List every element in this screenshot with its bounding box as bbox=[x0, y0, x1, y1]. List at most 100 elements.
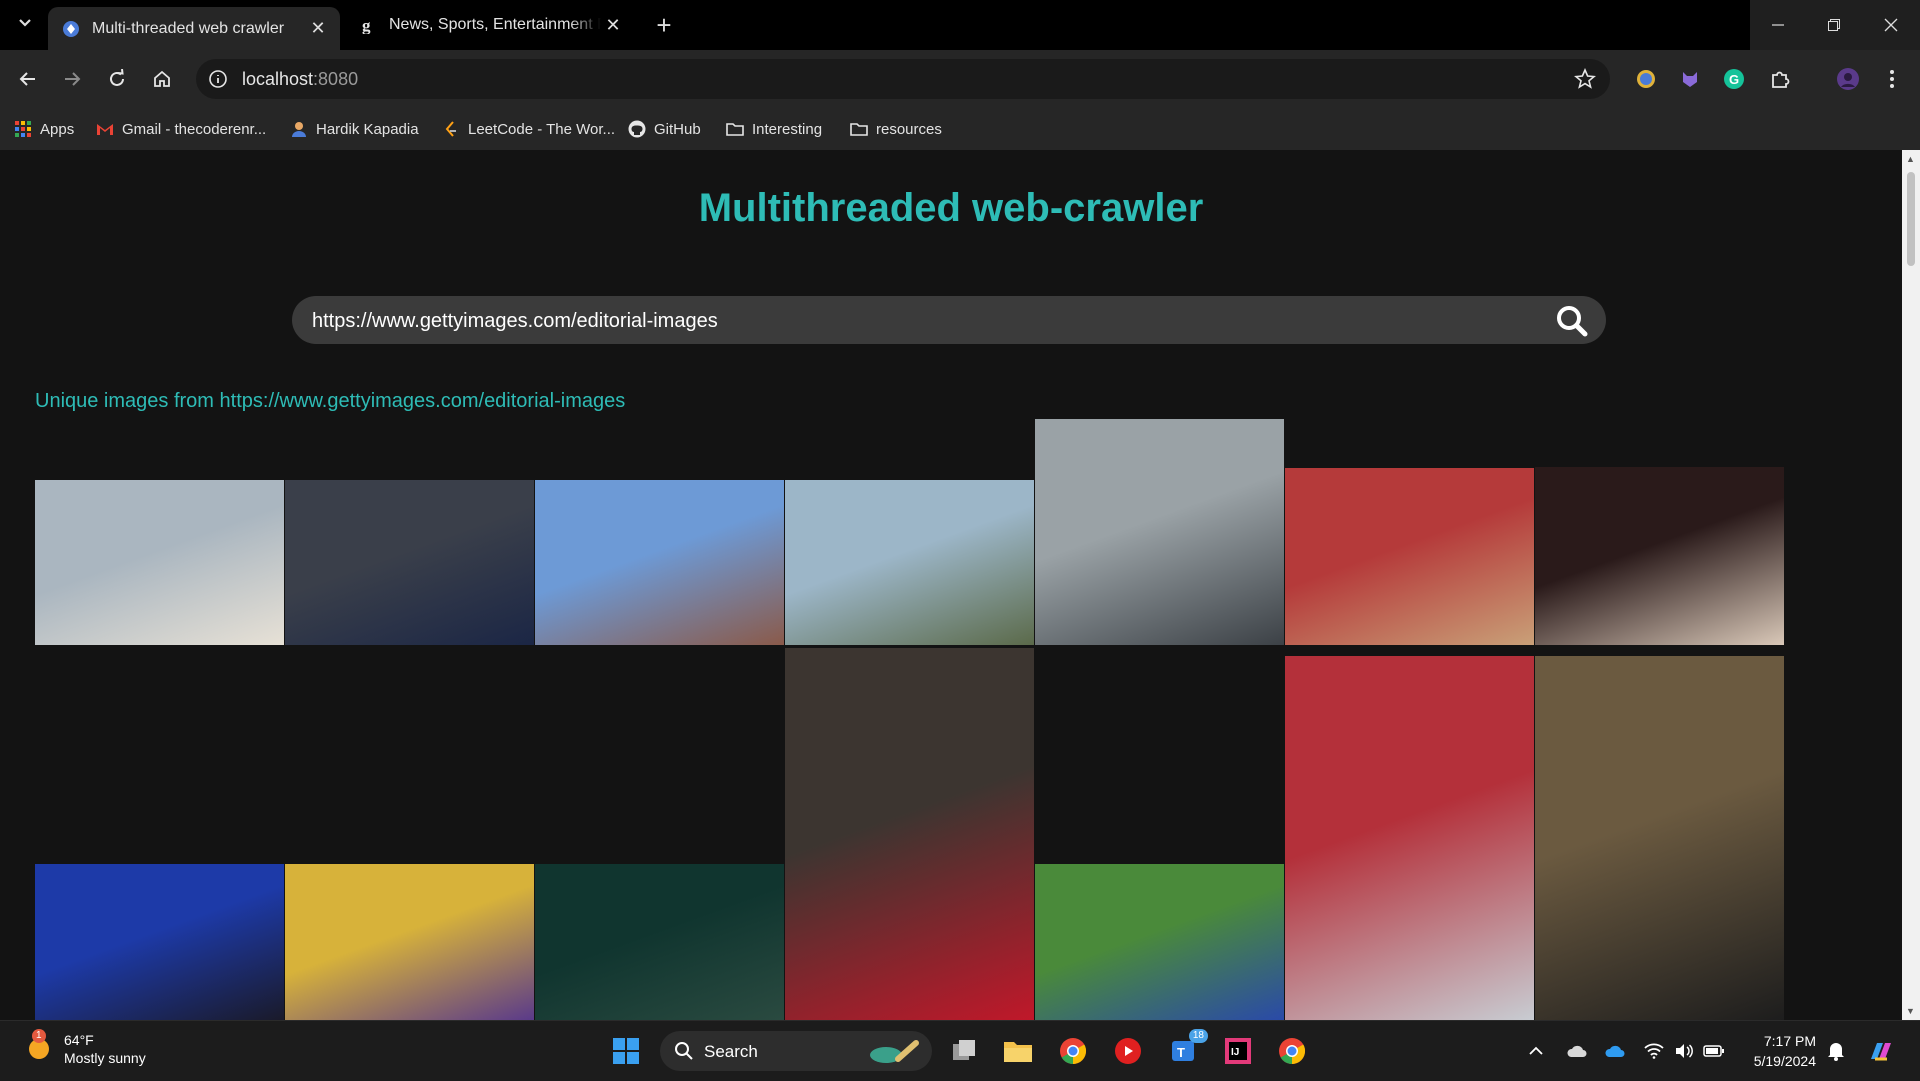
taskbar-search-label: Search bbox=[704, 1042, 758, 1061]
stadium-aerial-photo[interactable] bbox=[535, 480, 784, 645]
extensions-puzzle-icon[interactable] bbox=[1766, 65, 1794, 93]
two-people-in-room-photo[interactable] bbox=[1535, 656, 1784, 1020]
svg-text:T: T bbox=[1177, 1045, 1185, 1060]
url-host: localhost bbox=[242, 69, 314, 89]
bookmark-label: LeetCode - The Wor... bbox=[468, 120, 616, 138]
chrome-active-icon[interactable] bbox=[1274, 1033, 1310, 1069]
chevron-up-icon[interactable] bbox=[1524, 1039, 1548, 1063]
windows-start-icon[interactable] bbox=[608, 1033, 644, 1069]
close-icon bbox=[1884, 18, 1898, 32]
bookmark-star-icon[interactable] bbox=[1574, 67, 1596, 90]
bookmark-label: Apps bbox=[40, 120, 75, 138]
back-button[interactable] bbox=[12, 63, 44, 95]
tab-web-crawler[interactable]: Multi-threaded web crawler ✕ bbox=[48, 7, 340, 50]
github-icon bbox=[628, 120, 646, 138]
tab-title: Multi-threaded web crawler bbox=[92, 19, 285, 37]
bookmark-hardik[interactable]: Hardik Kapadia bbox=[290, 116, 419, 142]
chrome-icon[interactable] bbox=[1055, 1033, 1091, 1069]
graduation-speech-photo[interactable] bbox=[35, 864, 284, 1020]
close-icon[interactable]: ✕ bbox=[601, 13, 625, 37]
folder-icon bbox=[726, 120, 744, 138]
tab-search-button[interactable] bbox=[8, 11, 42, 39]
svg-text:g: g bbox=[362, 16, 371, 34]
site-info-icon[interactable] bbox=[208, 69, 228, 89]
weather-desc: Mostly sunny bbox=[64, 1050, 146, 1066]
search-icon[interactable] bbox=[1556, 305, 1588, 337]
weather-widget[interactable]: 1 64°F Mostly sunny bbox=[24, 1029, 146, 1067]
extension-fox-icon[interactable] bbox=[1676, 65, 1704, 93]
url-search-bar bbox=[292, 296, 1606, 346]
close-window-button[interactable] bbox=[1862, 0, 1920, 50]
getty-g-icon: g bbox=[359, 16, 377, 34]
reload-icon bbox=[110, 69, 124, 86]
onedrive-blue-icon[interactable] bbox=[1603, 1039, 1627, 1063]
woman-on-balcony-cannes-photo[interactable] bbox=[35, 480, 284, 645]
battery-icon[interactable] bbox=[1702, 1039, 1726, 1063]
football-team-celebrating-photo[interactable] bbox=[285, 864, 534, 1020]
forward-button[interactable] bbox=[56, 63, 88, 95]
man-in-blue-suit-photo[interactable] bbox=[285, 480, 534, 645]
onedrive-icon[interactable] bbox=[1565, 1039, 1589, 1063]
url-input[interactable] bbox=[310, 296, 1514, 346]
wheelchair-basketball-photo[interactable] bbox=[1285, 468, 1534, 645]
minimize-button[interactable] bbox=[1750, 0, 1806, 50]
woman-in-white-gown-photo[interactable] bbox=[1535, 467, 1784, 645]
restore-icon bbox=[1828, 19, 1840, 31]
new-tab-button[interactable]: + bbox=[650, 11, 678, 39]
tab-title: News, Sports, Entertainment Ph bbox=[389, 16, 601, 33]
restore-button[interactable] bbox=[1806, 0, 1862, 50]
page-viewport: Multithreaded web-crawler Unique images … bbox=[0, 150, 1902, 1020]
tab-getty-images[interactable]: g News, Sports, Entertainment Ph ✕ bbox=[345, 7, 635, 43]
youtube-music-icon[interactable] bbox=[1110, 1033, 1146, 1069]
rugby-trophy-photo[interactable] bbox=[1285, 656, 1534, 1020]
bookmark-github[interactable]: GitHub bbox=[628, 116, 701, 142]
intellij-icon[interactable]: IJ bbox=[1220, 1033, 1256, 1069]
bookmark-apps[interactable]: Apps bbox=[14, 116, 74, 142]
bookmark-gmail[interactable]: Gmail - thecoderenr... bbox=[96, 116, 266, 142]
taskbar-search[interactable]: Search bbox=[660, 1031, 932, 1071]
reload-button[interactable] bbox=[101, 63, 133, 95]
tab-strip: Multi-threaded web crawler ✕ g News, Spo… bbox=[0, 0, 1920, 50]
street-with-tents-photo[interactable] bbox=[785, 480, 1034, 645]
bookmark-folder-interesting[interactable]: Interesting bbox=[726, 116, 822, 142]
svg-text:G: G bbox=[1729, 72, 1739, 87]
close-icon[interactable]: ✕ bbox=[306, 17, 330, 41]
singer-with-microphone-photo[interactable] bbox=[535, 864, 784, 1020]
bookmarks-bar: Apps Gmail - thecoderenr... Hardik Kapad… bbox=[0, 108, 1920, 150]
notification-bell-icon[interactable] bbox=[1824, 1039, 1848, 1063]
rugby-tackle-photo[interactable] bbox=[1035, 864, 1284, 1020]
bookmark-label: resources bbox=[876, 120, 942, 138]
address-bar[interactable]: localhost:8080 bbox=[196, 59, 1610, 99]
teams-badge: 18 bbox=[1188, 1029, 1208, 1043]
search-highlight-icon bbox=[864, 1037, 924, 1070]
page-scrollbar[interactable]: ▲ ▼ bbox=[1902, 150, 1920, 1020]
trophy-over-river-photo[interactable] bbox=[1035, 419, 1284, 645]
more-menu-icon[interactable] bbox=[1878, 65, 1906, 93]
scroll-down-icon[interactable]: ▼ bbox=[1906, 1006, 1915, 1016]
gmail-icon bbox=[96, 120, 114, 138]
browser-toolbar: localhost:8080 G bbox=[0, 50, 1920, 108]
url-port: :8080 bbox=[313, 69, 359, 89]
scroll-up-icon[interactable]: ▲ bbox=[1906, 154, 1915, 164]
leetcode-icon bbox=[442, 120, 460, 138]
address-url: localhost:8080 bbox=[242, 69, 358, 90]
extension-globe-icon[interactable] bbox=[1632, 65, 1660, 93]
bookmark-leetcode[interactable]: LeetCode - The Wor... bbox=[442, 116, 615, 142]
wifi-icon[interactable] bbox=[1642, 1039, 1666, 1063]
profile-avatar-icon[interactable] bbox=[1834, 65, 1862, 93]
copilot-icon[interactable] bbox=[1866, 1039, 1896, 1063]
system-clock[interactable]: 7:17 PM 5/19/2024 bbox=[1740, 1031, 1816, 1071]
result-heading: Unique images from https://www.gettyimag… bbox=[35, 390, 626, 412]
scrollbar-thumb[interactable] bbox=[1907, 172, 1915, 266]
bookmark-folder-resources[interactable]: resources bbox=[850, 116, 942, 142]
home-icon bbox=[154, 70, 170, 87]
file-explorer-icon[interactable] bbox=[1000, 1033, 1036, 1069]
couple-at-party-photo[interactable] bbox=[785, 648, 1034, 1020]
apps-grid-icon bbox=[14, 120, 32, 138]
volume-icon[interactable] bbox=[1672, 1039, 1696, 1063]
chevron-down-icon bbox=[18, 16, 32, 35]
teams-icon[interactable]: T 18 bbox=[1166, 1029, 1208, 1069]
grammarly-icon[interactable]: G bbox=[1720, 65, 1748, 93]
task-view-icon[interactable] bbox=[946, 1033, 982, 1069]
home-button[interactable] bbox=[146, 63, 178, 95]
